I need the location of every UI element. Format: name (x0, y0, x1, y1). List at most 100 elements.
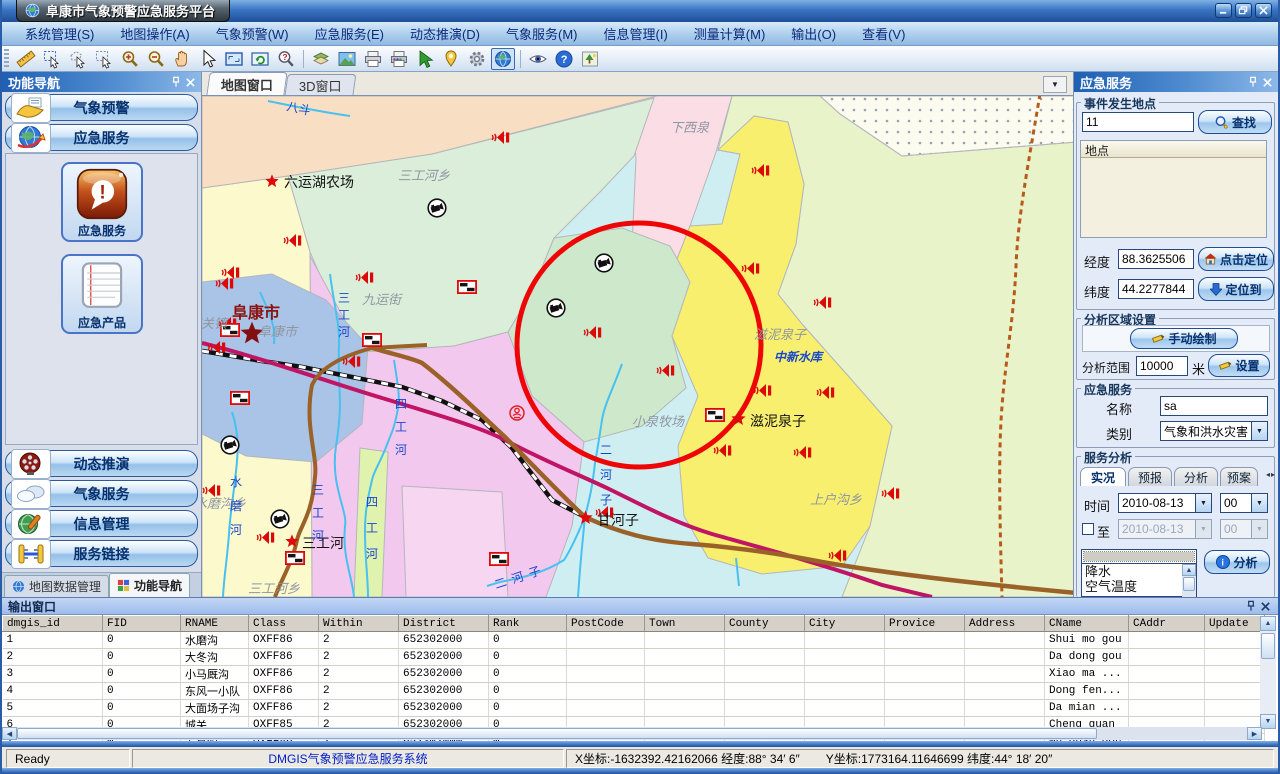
globe-mode-button[interactable] (491, 48, 515, 70)
camera-icon[interactable] (428, 199, 446, 217)
longitude-input[interactable] (1118, 249, 1194, 269)
search-button[interactable]: 查找 (1198, 110, 1272, 134)
column-header[interactable]: FID (103, 616, 181, 632)
tab-map-data-management[interactable]: 地图数据管理 (4, 575, 109, 597)
pointer-button[interactable] (196, 48, 220, 70)
column-header[interactable]: Rank (489, 616, 567, 632)
service-category-select[interactable]: 气象和洪水灾害 ▼ (1160, 421, 1268, 441)
camera-icon[interactable] (271, 510, 289, 528)
flag-icon[interactable] (286, 552, 304, 564)
list-item[interactable]: 空气温度 (1082, 579, 1196, 594)
column-header[interactable]: District (399, 616, 489, 632)
menu-item-3[interactable]: 应急服务(E) (302, 21, 397, 46)
menu-item-8[interactable]: 输出(O) (778, 21, 849, 46)
tab-forecast[interactable]: 预报 (1128, 467, 1172, 486)
column-header[interactable]: CAddr (1129, 616, 1205, 632)
click-locate-button[interactable]: 点击定位 (1198, 247, 1274, 271)
output-vertical-scrollbar[interactable]: ▲ ▼ (1260, 616, 1276, 729)
flag-icon[interactable] (706, 409, 724, 421)
column-header[interactable]: CName (1045, 616, 1129, 632)
pan-button[interactable] (170, 48, 194, 70)
print-color-button[interactable] (387, 48, 411, 70)
list-scrollbar[interactable]: ▲ (1182, 564, 1196, 597)
menu-item-1[interactable]: 地图操作(A) (107, 21, 202, 46)
pin-icon[interactable] (1246, 76, 1260, 89)
table-row[interactable]: 20大冬沟OXFF8626523020000Da dong gou (3, 649, 1265, 666)
camera-icon[interactable] (221, 436, 239, 454)
table-row[interactable]: 50大面场子沟OXFF8626523020000Da mian ... (3, 700, 1265, 717)
tab-live[interactable]: 实况 (1080, 467, 1126, 486)
scroll-up-icon[interactable]: ▲ (1260, 616, 1276, 631)
full-extent-button[interactable] (222, 48, 246, 70)
toolbar-grip[interactable] (4, 49, 9, 69)
tab-3d-window[interactable]: 3D窗口 (285, 74, 357, 95)
list-item[interactable]: 降水 (1082, 564, 1196, 579)
column-header[interactable]: PostCode (567, 616, 645, 632)
nav-group-weather-warning[interactable]: 气象预警 (5, 94, 198, 121)
emergency-product-button[interactable]: 应急产品 (61, 254, 143, 334)
map-tab-dropdown-button[interactable]: ▼ (1043, 76, 1067, 93)
nav-group-emergency-service[interactable]: 应急服务 (5, 124, 198, 151)
camera-icon[interactable] (595, 254, 613, 272)
range-set-button[interactable]: 设置 (1208, 354, 1270, 377)
help-button[interactable]: ? (552, 48, 576, 70)
tab-map-window[interactable]: 地图窗口 (206, 72, 287, 95)
close-icon[interactable] (183, 76, 197, 89)
scroll-left-icon[interactable]: ◀ (2, 727, 17, 740)
menu-item-5[interactable]: 气象服务(M) (493, 21, 591, 46)
tab-analysis[interactable]: 分析 (1174, 467, 1218, 486)
location-result-list[interactable]: 地点 (1080, 140, 1267, 238)
flag-icon[interactable] (490, 553, 508, 565)
menu-item-4[interactable]: 动态推演(D) (397, 21, 493, 46)
column-header[interactable]: Town (645, 616, 725, 632)
hour-select[interactable]: 00 ▼ (1220, 493, 1268, 513)
column-header[interactable]: Class (249, 616, 319, 632)
scroll-down-icon[interactable]: ▼ (1260, 714, 1276, 729)
column-header[interactable]: Within (319, 616, 399, 632)
menu-item-9[interactable]: 查看(V) (849, 21, 918, 46)
select-lasso-button[interactable] (66, 48, 90, 70)
flag-icon[interactable] (458, 281, 476, 293)
date-to-select[interactable]: 2010-08-13 ▼ (1118, 519, 1212, 539)
tab-function-navigation[interactable]: 功能导航 (109, 573, 190, 597)
flag-icon[interactable] (231, 392, 249, 404)
close-icon[interactable] (1260, 76, 1274, 89)
minimize-button[interactable] (1215, 3, 1232, 18)
zoom-in-button[interactable] (118, 48, 142, 70)
output-horizontal-scrollbar[interactable]: ◀ ▶ (2, 727, 1262, 740)
close-icon[interactable] (1258, 600, 1272, 613)
camera-icon[interactable] (547, 299, 565, 317)
pin-icon[interactable] (169, 76, 183, 89)
column-header[interactable]: Provice (885, 616, 965, 632)
close-button[interactable] (1255, 3, 1272, 18)
measure-button[interactable] (14, 48, 38, 70)
range-input[interactable] (1136, 356, 1188, 376)
column-header[interactable]: dmgis_id (3, 616, 103, 632)
pin-icon[interactable] (1244, 600, 1258, 613)
identify-button[interactable]: ? (274, 48, 298, 70)
select-rect-button[interactable] (40, 48, 64, 70)
menu-item-2[interactable]: 气象预警(W) (203, 21, 302, 46)
tab-scroll-buttons[interactable]: ◂▸ (1266, 470, 1275, 479)
nav-group-service-link[interactable]: 服务链接 (5, 540, 198, 567)
tab-plan[interactable]: 预案 (1220, 467, 1258, 486)
date-select[interactable]: 2010-08-13 ▼ (1118, 493, 1212, 513)
map-layers-button[interactable] (309, 48, 333, 70)
placemark-button[interactable] (439, 48, 463, 70)
column-header[interactable]: Update (1205, 616, 1265, 632)
column-header[interactable]: Address (965, 616, 1045, 632)
restore-button[interactable] (1235, 3, 1252, 18)
scroll-up-icon[interactable]: ▲ (1182, 564, 1196, 576)
export-image-button[interactable] (335, 48, 359, 70)
emergency-service-button[interactable]: ! 应急服务 (61, 162, 143, 242)
nav-group-weather-service[interactable]: 气象服务 (5, 480, 198, 507)
menu-item-6[interactable]: 信息管理(I) (591, 21, 681, 46)
table-row[interactable]: 40东风一小队OXFF8626523020000Dong fen... (3, 683, 1265, 700)
factor-listbox[interactable]: 降水 空气温度 ▲ (1081, 549, 1197, 597)
table-row[interactable]: 30小马厩沟OXFF8626523020000Xiao ma ... (3, 666, 1265, 683)
selected-factor-row[interactable] (1084, 552, 1194, 561)
menu-item-0[interactable]: 系统管理(S) (12, 21, 107, 46)
select-feature-button[interactable] (92, 48, 116, 70)
table-header-row[interactable]: dmgis_idFIDRNAMEClassWithinDistrictRankP… (3, 616, 1265, 632)
settings-button[interactable] (465, 48, 489, 70)
